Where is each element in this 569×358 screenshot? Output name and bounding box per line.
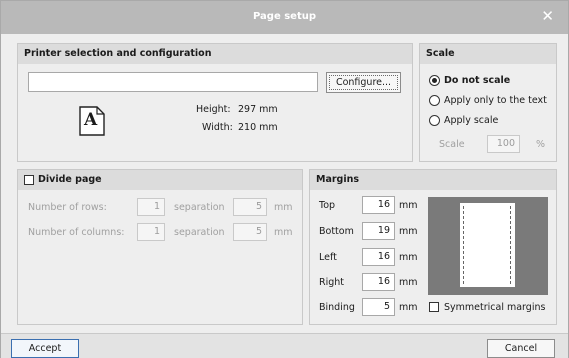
configure-button-label: Configure... [335, 77, 392, 88]
printer-group-header: Printer selection and configuration [18, 44, 412, 64]
divide-page-checkbox[interactable] [24, 175, 34, 185]
margin-right-input[interactable]: 16 [362, 273, 395, 291]
scale-unit: % [536, 139, 546, 150]
scale-label: Scale [439, 139, 465, 150]
option-do-not-scale-label: Do not scale [444, 75, 511, 86]
width-value: 210 mm [238, 122, 278, 133]
accept-button-label: Accept [28, 343, 62, 354]
margin-binding-unit: mm [399, 302, 418, 313]
margin-top-unit: mm [399, 200, 418, 211]
margin-right-label: Right [319, 277, 345, 288]
symmetrical-margins-checkbox[interactable] [429, 302, 439, 312]
scale-group: Scale Do not scale Apply only to the tex… [419, 43, 557, 162]
height-label: Height: [196, 104, 231, 115]
margin-right-unit: mm [399, 277, 418, 288]
accept-button[interactable]: Accept [11, 339, 79, 358]
margin-left-input[interactable]: 16 [362, 248, 395, 266]
width-label: Width: [202, 122, 233, 133]
configure-button[interactable]: Configure... [326, 72, 401, 93]
preview-page [460, 203, 515, 287]
rows-unit: mm [274, 202, 293, 213]
rows-label: Number of rows: [28, 202, 107, 213]
divide-page-header: Divide page [18, 170, 302, 190]
radio-apply-text-only[interactable] [429, 95, 440, 106]
margin-top-label: Top [319, 200, 336, 211]
rows-separation-label: separation [174, 202, 225, 213]
height-value: 297 mm [238, 104, 278, 115]
margin-bottom-label: Bottom [319, 226, 354, 237]
close-icon[interactable]: ✕ [541, 9, 554, 24]
columns-separation-label: separation [174, 227, 225, 238]
rows-separation-input[interactable]: 5 [233, 198, 267, 216]
scale-input[interactable]: 100 [487, 135, 520, 153]
symmetrical-margins-label: Symmetrical margins [444, 302, 546, 313]
scale-group-header: Scale [420, 44, 556, 64]
page-setup-dialog: Page setup ✕ Printer selection and confi… [0, 0, 569, 358]
divide-page-group: Divide page Number of rows: 1 separation… [17, 169, 303, 325]
footer-bar: Accept Cancel [1, 333, 568, 358]
margin-bottom-input[interactable]: 19 [362, 222, 395, 240]
margin-top-input[interactable]: 16 [362, 196, 395, 214]
printer-select-field[interactable] [28, 72, 318, 92]
columns-separation-input[interactable]: 5 [233, 223, 267, 241]
margin-bottom-unit: mm [399, 226, 418, 237]
printer-group: Printer selection and configuration Conf… [17, 43, 413, 162]
margins-group-header: Margins [310, 170, 556, 190]
columns-label: Number of columns: [28, 227, 125, 238]
option-apply-text-only-label: Apply only to the text [444, 95, 547, 106]
margins-preview [428, 197, 548, 295]
cancel-button-label: Cancel [504, 343, 538, 354]
dialog-title: Page setup [252, 11, 317, 22]
margin-left-unit: mm [399, 252, 418, 263]
option-apply-scale-label: Apply scale [444, 115, 499, 126]
radio-do-not-scale[interactable] [429, 75, 440, 86]
rows-input[interactable]: 1 [137, 198, 165, 216]
columns-unit: mm [274, 227, 293, 238]
margin-binding-label: Binding [319, 302, 355, 313]
margin-binding-input[interactable]: 5 [362, 298, 395, 316]
paper-icon-letter: A [84, 110, 98, 130]
radio-apply-scale[interactable] [429, 115, 440, 126]
columns-input[interactable]: 1 [137, 223, 165, 241]
cancel-button[interactable]: Cancel [487, 339, 555, 358]
title-bar: Page setup ✕ [1, 1, 568, 34]
margin-left-label: Left [319, 252, 337, 263]
divide-page-label: Divide page [38, 174, 102, 185]
